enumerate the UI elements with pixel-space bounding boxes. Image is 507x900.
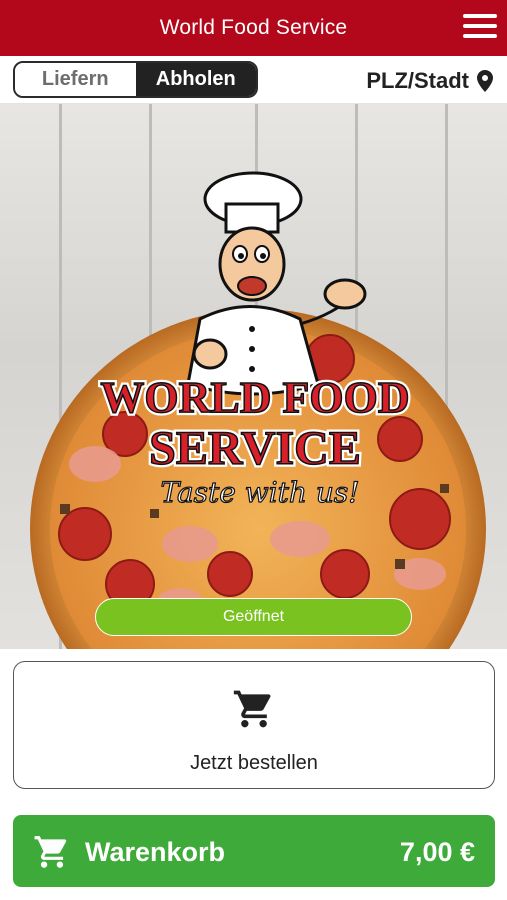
svg-text:WORLD FOOD: WORLD FOOD — [100, 373, 409, 422]
hero-banner: WORLD FOOD WORLD FOOD SERVICE SERVICE Ta… — [0, 104, 507, 649]
order-now-label: Jetzt bestellen — [190, 752, 318, 774]
pizza-image: WORLD FOOD WORLD FOOD SERVICE SERVICE Ta… — [30, 171, 486, 649]
mode-bar: Liefern Abholen PLZ/Stadt — [0, 56, 507, 104]
cart-icon — [233, 690, 271, 728]
cart-total-price: 7,00 € — [399, 837, 475, 867]
cart-icon — [34, 836, 67, 868]
hamburger-menu-icon[interactable] — [463, 14, 497, 42]
app-title: World Food Service — [159, 16, 348, 39]
delivery-mode-toggle: Liefern Abholen — [13, 61, 258, 98]
mode-option-abholen[interactable]: Abholen — [135, 63, 256, 96]
svg-text:SERVICE: SERVICE — [149, 422, 361, 475]
mode-option-liefern[interactable]: Liefern — [15, 63, 136, 96]
cart-button[interactable]: Warenkorb 7,00 € — [13, 815, 495, 887]
order-now-button[interactable]: Jetzt bestellen — [13, 661, 495, 789]
svg-text:Taste with us!: Taste with us! — [160, 476, 359, 509]
cart-label: Warenkorb — [85, 837, 226, 867]
open-status-badge: Geöffnet — [95, 598, 412, 636]
location-pin-icon — [477, 70, 493, 92]
location-label: PLZ/Stadt — [366, 68, 469, 93]
location-selector[interactable]: PLZ/Stadt — [366, 68, 493, 94]
app-header: World Food Service — [0, 0, 507, 56]
